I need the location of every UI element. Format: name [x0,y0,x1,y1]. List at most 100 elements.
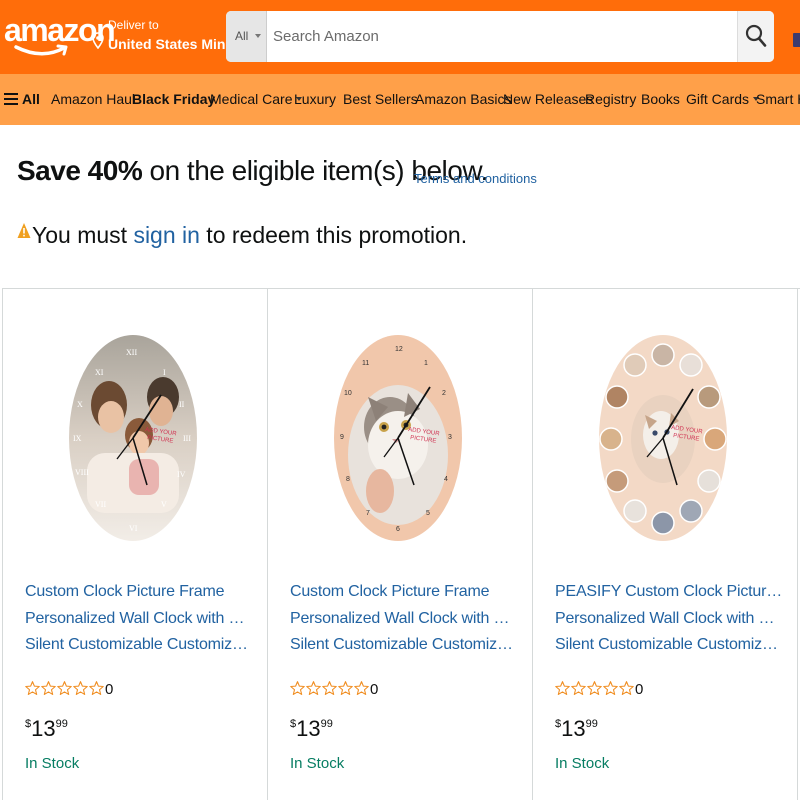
terms-and-conditions-link[interactable]: Terms and conditions [414,171,537,186]
location-pin-icon [92,32,104,49]
sign-in-suffix: to redeem this promotion. [199,222,468,248]
star-empty-icon [322,681,337,695]
price-fraction: 99 [585,718,598,730]
svg-text:2: 2 [442,390,446,397]
search-input[interactable] [267,11,737,62]
svg-text:VII: VII [95,500,106,509]
search-icon [745,24,767,47]
svg-text:V: V [161,500,167,509]
us-flag-icon[interactable] [793,33,800,47]
amazon-logo[interactable]: amazon [4,12,116,64]
stock-status: In Stock [290,755,345,772]
svg-text:4: 4 [444,476,448,483]
product-image[interactable]: ADD YOUR PICTURE [599,335,727,541]
search-bar: All [226,11,774,62]
star-empty-icon [338,681,353,695]
star-empty-icon [25,681,40,695]
svg-text:X: X [77,400,83,409]
sign-in-link[interactable]: sign in [133,222,199,248]
warning-icon [17,223,31,238]
nav-item-luxury[interactable]: Luxury [294,74,336,125]
nav-item-medical-care[interactable]: Medical Care [210,74,303,125]
price-whole: 13 [31,716,56,741]
product-card: ADD YOUR PICTURE PEASIFY Custom Clock Pi… [532,289,798,800]
logo-text: amazon [4,12,116,48]
nav-item-amazon-basics[interactable]: Amazon Basics [415,74,511,125]
promo-discount: Save 40% [17,155,143,186]
product-title-link[interactable]: PEASIFY Custom Clock Picture Frame Perso… [555,579,783,659]
rating-count[interactable]: 0 [370,681,378,698]
price-symbol: $ [290,718,297,730]
nav-item-registry[interactable]: Registry [585,74,636,125]
svg-text:VI: VI [129,524,138,533]
product-image[interactable]: 12 1 2 345 678 9 10 11 ADD YOUR PICTURE [334,335,462,541]
product-title-line: Silent Customizable Customized Wall... [290,636,518,653]
star-empty-icon [290,681,305,695]
svg-text:XI: XI [95,368,104,377]
svg-text:11: 11 [362,360,369,367]
cat-collage-clock-image: ADD YOUR PICTURE [599,335,727,541]
svg-text:1: 1 [424,360,428,367]
price-symbol: $ [25,718,32,730]
nav-item-new-releases[interactable]: New Releases [503,74,593,125]
svg-text:9: 9 [340,434,344,441]
price-fraction: 99 [320,718,333,730]
logo-smile-icon [14,44,68,56]
stock-status: In Stock [25,755,80,772]
svg-text:10: 10 [344,390,352,397]
product-price: $1399 [555,716,598,742]
nav-item-label: Gift Cards [686,91,750,107]
hamburger-menu-icon [4,93,18,105]
product-title-link[interactable]: Custom Clock Picture Frame Personalized … [25,579,253,659]
star-empty-icon [89,681,104,695]
svg-text:7: 7 [366,510,370,517]
product-card: XII I II III IV V VI VII VIII IX X XI ADD YOUR P… [2,289,268,800]
svg-text:IX: IX [73,434,82,443]
svg-text:I: I [163,368,166,377]
star-empty-icon [571,681,586,695]
nav-item-label: Medical Care [210,91,293,107]
star-empty-icon [73,681,88,695]
product-title-line: Silent Customizable Customized Wall... [25,636,253,653]
star-empty-icon [555,681,570,695]
svg-text:VIII: VIII [75,468,89,477]
star-empty-icon [603,681,618,695]
stock-status: In Stock [555,755,610,772]
deliver-label: Deliver to [108,18,159,32]
nav-item-best-sellers[interactable]: Best Sellers [343,74,418,125]
star-empty-icon [354,681,369,695]
product-title-line: Personalized Wall Clock with Photo [290,609,518,627]
product-price: $1399 [25,716,68,742]
sign-in-prefix: You must [32,222,134,248]
svg-text:5: 5 [426,510,430,517]
rating-count[interactable]: 0 [105,681,113,698]
product-title-line: Custom Clock Picture Frame [25,583,225,600]
product-title-link[interactable]: Custom Clock Picture Frame Personalized … [290,579,518,659]
product-title-line: Silent Customizable Customized Wall... [555,636,783,653]
svg-text:12: 12 [395,346,403,353]
product-grid: XII I II III IV V VI VII VIII IX X XI ADD YOUR P… [2,288,800,800]
svg-text:IV: IV [177,470,186,479]
nav-bar: All Amazon Haul Black Friday Medical Car… [0,74,800,125]
product-title-line: Personalized Wall Clock with Photo [25,609,253,627]
svg-text:3: 3 [448,434,452,441]
product-image[interactable]: XII I II III IV V VI VII VIII IX X XI ADD YOUR P… [69,335,197,541]
star-rating[interactable] [290,679,370,699]
star-empty-icon [306,681,321,695]
search-button[interactable] [737,11,774,62]
nav-item-books[interactable]: Books [641,74,680,125]
search-scope-select[interactable]: All [226,11,267,62]
nav-item-amazon-haul[interactable]: Amazon Haul [51,74,135,125]
nav-item-black-friday[interactable]: Black Friday [132,74,215,125]
star-empty-icon [587,681,602,695]
chevron-down-icon [255,34,261,38]
deliver-location: United States Min... [108,36,238,52]
nav-all-label: All [22,91,40,107]
nav-item-gift-cards[interactable]: Gift Cards [686,74,760,125]
star-rating[interactable] [555,679,635,699]
price-whole: 13 [296,716,321,741]
star-rating[interactable] [25,679,105,699]
star-empty-icon [619,681,634,695]
nav-item-smart-home[interactable]: Smart Ho [756,74,800,125]
rating-count[interactable]: 0 [635,681,643,698]
